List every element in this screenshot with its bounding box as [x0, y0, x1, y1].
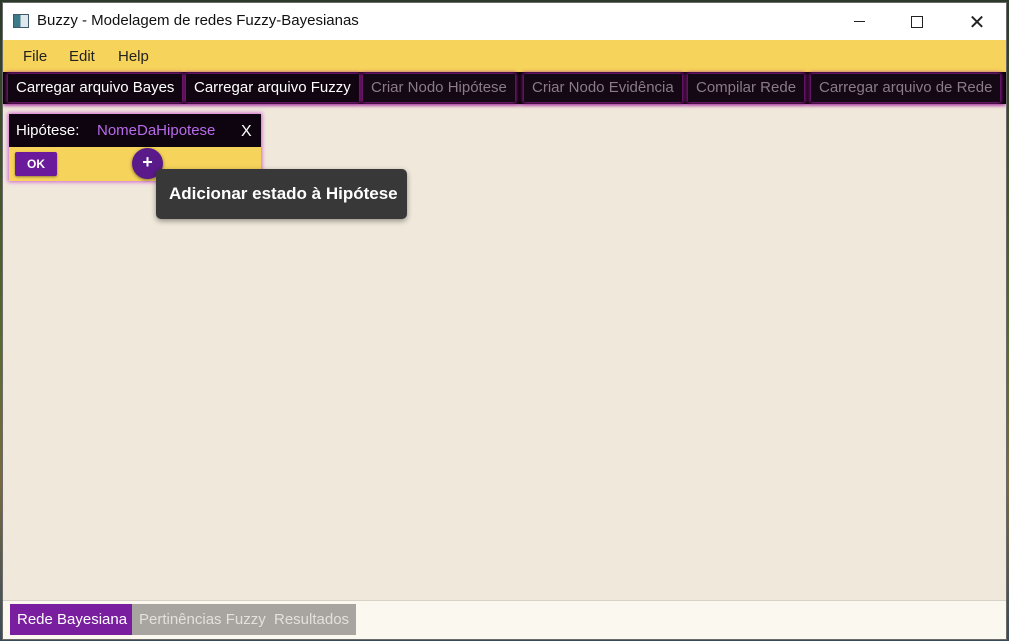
maximize-icon — [911, 15, 923, 28]
hypothesis-close-button[interactable]: X — [241, 123, 252, 141]
ok-button[interactable]: OK — [15, 152, 57, 176]
tab-fuzzy-memberships[interactable]: Pertinências Fuzzy — [132, 604, 273, 635]
menu-edit[interactable]: Edit — [69, 48, 95, 65]
compile-network-button[interactable]: Compilar Rede — [688, 74, 805, 102]
bottom-tab-bar: Rede Bayesiana Pertinências Fuzzy Result… — [3, 600, 1006, 639]
hypothesis-label: Hipótese: — [16, 122, 80, 139]
load-network-file-button[interactable]: Carregar arquivo de Rede — [811, 74, 1001, 102]
toolbar: Carregar arquivo Bayes Carregar arquivo … — [3, 72, 1006, 104]
create-evidence-node-button[interactable]: Criar Nodo Evidência — [524, 74, 682, 102]
app-icon — [13, 14, 29, 28]
close-window-button[interactable]: ✕ — [948, 3, 1006, 40]
close-icon: ✕ — [968, 9, 986, 34]
minimize-button[interactable] — [830, 3, 888, 40]
create-hypothesis-node-button[interactable]: Criar Nodo Hipótese — [363, 74, 515, 102]
hypothesis-name-field[interactable]: NomeDaHipotese — [97, 122, 215, 139]
load-bayes-file-button[interactable]: Carregar arquivo Bayes — [8, 74, 183, 102]
maximize-button[interactable] — [888, 3, 946, 40]
menu-bar: File Edit Help — [3, 40, 1006, 72]
tab-results[interactable]: Resultados — [267, 604, 357, 635]
menu-file[interactable]: File — [23, 48, 47, 65]
minimize-icon — [853, 21, 865, 22]
app-window: Buzzy - Modelagem de redes Fuzzy-Bayesia… — [3, 3, 1006, 639]
tab-bayesian-network[interactable]: Rede Bayesiana — [10, 604, 135, 635]
hypothesis-node-header[interactable]: Hipótese: NomeDaHipotese X — [9, 114, 261, 147]
menu-help[interactable]: Help — [118, 48, 149, 65]
load-fuzzy-file-button[interactable]: Carregar arquivo Fuzzy — [186, 74, 359, 102]
title-bar[interactable]: Buzzy - Modelagem de redes Fuzzy-Bayesia… — [3, 3, 1006, 40]
window-title: Buzzy - Modelagem de redes Fuzzy-Bayesia… — [37, 12, 359, 29]
add-state-tooltip: Adicionar estado à Hipótese — [156, 169, 407, 219]
